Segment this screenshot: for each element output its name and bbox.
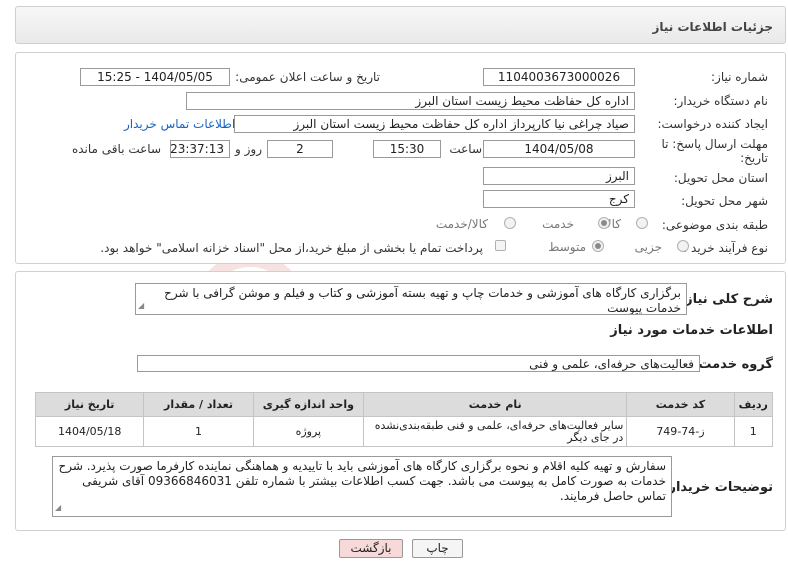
cell-code: ز-74-749: [626, 416, 735, 447]
remaining-days-field: 2: [267, 140, 333, 158]
buyer-notes-label: توضیحات خریدار:: [663, 480, 773, 495]
creator-label: ایجاد کننده درخواست:: [657, 117, 768, 131]
print-button[interactable]: چاپ: [412, 539, 463, 558]
summary-label: شرح کلی نیاز:: [679, 292, 773, 307]
service-group-label: گروه خدمت:: [693, 357, 773, 372]
treasury-checkbox[interactable]: [495, 240, 506, 251]
cell-name: سایر فعالیت‌های حرفه‌ای، علمی و فنی طبقه…: [363, 416, 628, 447]
need-number-field: 1104003673000026: [483, 68, 635, 86]
deadline-time-field: 15:30: [373, 140, 441, 158]
col-header-name: نام خدمت: [363, 392, 628, 417]
col-header-unit: واحد اندازه گیری: [252, 392, 365, 417]
col-header-qty: تعداد / مقدار: [143, 392, 254, 417]
resize-grip-icon[interactable]: ◢: [138, 298, 144, 313]
category-radio-goods[interactable]: [636, 217, 648, 229]
table-header-row: ردیف کد خدمت نام خدمت واحد اندازه گیری ت…: [34, 392, 774, 417]
process-radio-medium[interactable]: [592, 240, 604, 252]
days-label: روز و: [235, 142, 262, 156]
col-header-row: ردیف: [733, 392, 774, 417]
creator-field: صیاد چراغی نیا کارپرداز اداره کل حفاظت م…: [234, 115, 635, 133]
cell-qty: 1: [143, 416, 254, 447]
page-header: جزئیات اطلاعات نیاز: [15, 6, 786, 44]
remaining-time-field: 23:37:13: [170, 140, 230, 158]
buyer-org-label: نام دستگاه خریدار:: [673, 94, 769, 108]
province-field: البرز: [483, 167, 635, 185]
back-button[interactable]: بازگشت: [339, 539, 403, 558]
page-title: جزئیات اطلاعات نیاز: [652, 20, 773, 34]
category-radio-both[interactable]: [504, 217, 516, 229]
category-option-both: کالا/خدمت: [435, 217, 488, 231]
summary-text-content: برگزاری کارگاه های آموزشی و خدمات چاپ و …: [164, 286, 681, 315]
resize-grip-icon[interactable]: ◢: [55, 500, 61, 515]
process-radio-minor[interactable]: [677, 240, 689, 252]
buyer-org-field: اداره کل حفاظت محیط زیست استان البرز: [186, 92, 635, 110]
service-group-field: فعالیت‌های حرفه‌ای، علمی و فنی: [137, 355, 700, 372]
city-field: کرج: [483, 190, 635, 208]
summary-text: برگزاری کارگاه های آموزشی و خدمات چاپ و …: [135, 283, 687, 315]
remaining-label: ساعت باقی مانده: [71, 142, 161, 156]
category-option-service: خدمت: [542, 217, 574, 231]
buyer-notes-text: سفارش و تهیه کلیه اقلام و نحوه برگزاری ک…: [52, 456, 672, 517]
col-header-code: کد خدمت: [626, 392, 735, 417]
deadline-date-field: 1404/05/08: [483, 140, 635, 158]
province-label: استان محل تحویل:: [673, 171, 768, 185]
deadline-label: مهلت ارسال پاسخ: تا: [661, 137, 768, 151]
cell-row: 1: [733, 416, 774, 447]
process-option-medium: متوسط: [548, 240, 586, 254]
deadline-time-label: ساعت: [449, 142, 482, 156]
deadline-date-label: تاریخ:: [740, 151, 768, 165]
process-option-minor: جزیی: [634, 240, 662, 254]
buyer-notes-content: سفارش و تهیه کلیه اقلام و نحوه برگزاری ک…: [58, 459, 666, 503]
payment-note: پرداخت تمام یا بخشی از مبلغ خرید،از محل …: [100, 241, 483, 255]
table-row: 1 ز-74-749 سایر فعالیت‌های حرفه‌ای، علمی…: [34, 416, 774, 447]
process-label: نوع فرآیند خرید :: [683, 241, 768, 255]
services-table: ردیف کد خدمت نام خدمت واحد اندازه گیری ت…: [34, 392, 774, 447]
announce-label: تاریخ و ساعت اعلان عمومی:: [235, 70, 380, 84]
announce-field: 1404/05/05 - 15:25: [80, 68, 230, 86]
services-section-title: اطلاعات خدمات مورد نیاز: [610, 323, 773, 338]
category-radio-service[interactable]: [598, 217, 610, 229]
category-label: طبقه بندی موضوعی:: [661, 218, 768, 232]
buyer-contact-link[interactable]: اطلاعات تماس خریدار: [124, 117, 235, 131]
need-number-label: شماره نیاز:: [711, 70, 768, 84]
cell-date: 1404/05/18: [34, 416, 145, 447]
col-header-date: تاریخ نیاز: [34, 392, 145, 417]
cell-unit: پروژه: [252, 416, 365, 447]
city-label: شهر محل تحویل:: [681, 194, 768, 208]
